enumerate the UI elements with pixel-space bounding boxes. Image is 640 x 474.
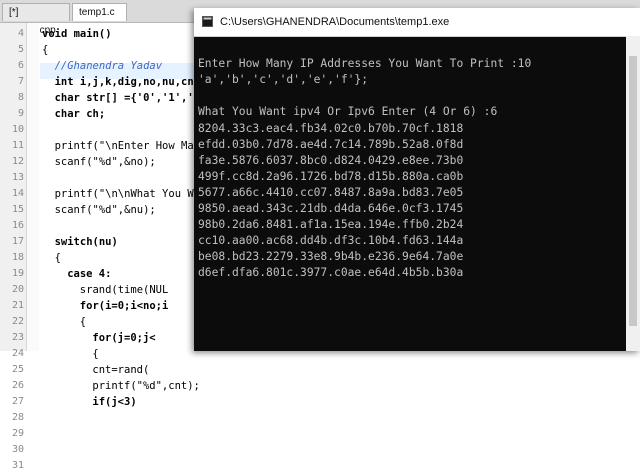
console-scrollbar[interactable]: [626, 36, 640, 351]
line-number: 17: [11, 236, 24, 247]
console-title: C:\Users\GHANENDRA\Documents\temp1.exe: [220, 16, 450, 28]
line-number: 6: [17, 60, 24, 71]
line-number: 19: [11, 268, 24, 279]
console-line: be08.bd23.2279.33e8.9b4b.e236.9e64.7a0e: [198, 250, 464, 264]
line-number: 26: [11, 380, 24, 391]
code-line: char ch;: [54, 108, 106, 120]
line-number: 10: [11, 124, 24, 135]
console-line: 9850.aead.343c.21db.d4da.646e.0cf3.1745: [198, 202, 464, 215]
code-line: int i,j,k,dig,no,nu,cnt;: [54, 76, 207, 88]
line-number: 21: [11, 300, 24, 311]
code-line: cnt=rand(: [92, 364, 150, 376]
line-number: 23: [11, 332, 24, 343]
line-number: 25: [11, 364, 24, 375]
tab-temp1-c[interactable]: temp1.c: [72, 3, 127, 21]
code-line: char str[] ={'0','1',': [54, 92, 194, 104]
code-line: printf("\nEnter How Ma: [54, 140, 194, 152]
line-number: 22: [11, 316, 24, 327]
line-number: 15: [11, 204, 24, 215]
console-line: fa3e.5876.6037.8bc0.d824.0429.e8ee.73b0: [198, 153, 464, 167]
code-line: {: [42, 44, 49, 56]
line-number: 18: [11, 252, 24, 263]
code-line: case 4:: [67, 268, 112, 280]
line-number: 28: [11, 412, 24, 423]
line-number: 11: [11, 140, 24, 151]
code-line: scanf("%d",&no);: [54, 156, 156, 168]
code-line: //Ghanendra Yadav: [54, 60, 163, 72]
console-line: 98b0.2da6.8481.af1a.15ea.194e.ffb0.2b24: [198, 218, 464, 232]
console-line: 499f.cc8d.2a96.1726.bd78.d15b.880a.ca0b: [198, 169, 464, 183]
console-line: cc10.aa00.ac68.dd4b.df3c.10b4.fd63.144a: [198, 234, 464, 248]
console-window[interactable]: C:\Users\GHANENDRA\Documents\temp1.exe E…: [194, 8, 640, 351]
console-scrollbar-thumb[interactable]: [629, 56, 637, 326]
code-line: for(j=0;j<: [92, 332, 156, 344]
code-line: printf("\n\nWhat You W: [54, 188, 194, 200]
code-line: {: [54, 252, 61, 264]
line-number: 8: [17, 92, 24, 103]
line-number: 30: [11, 444, 24, 455]
console-line: 5677.a66c.4410.cc07.8487.8a9a.bd83.7e05: [198, 185, 464, 199]
line-number: 9: [17, 108, 24, 119]
line-number: 4: [17, 28, 24, 39]
console-line: Enter How Many IP Addresses You Want To …: [198, 57, 532, 71]
code-line: switch(nu): [54, 236, 118, 248]
line-number: 20: [11, 284, 24, 295]
code-line: if(j<3): [92, 396, 137, 408]
console-line: What You Want ipv4 Or Ipv6 Enter (4 Or 6…: [198, 105, 498, 119]
console-line: d6ef.dfa6.801c.3977.c0ae.e64d.4b5b.b30a: [198, 266, 464, 280]
console-line: efdd.03b0.7d78.ae4d.7c14.789b.52a8.0f8d: [198, 137, 464, 151]
code-line: printf("%d",cnt);: [92, 380, 200, 392]
console-app-icon: [202, 16, 213, 27]
console-output: Enter How Many IP Addresses You Want To …: [198, 40, 618, 340]
code-line: void main(): [42, 28, 112, 40]
code-line: for(i=0;i<no;i: [79, 300, 169, 312]
line-number: 14: [11, 188, 24, 199]
line-number: 7: [17, 76, 24, 87]
console-title-bar[interactable]: C:\Users\GHANENDRA\Documents\temp1.exe: [194, 8, 640, 37]
tab-temp1-cpp[interactable]: [*] temp1.cpp: [2, 3, 70, 36]
code-line: scanf("%d",&nu);: [54, 204, 156, 216]
line-number: 13: [11, 172, 24, 183]
console-line: 'a','b','c','d','e','f'};: [198, 73, 369, 87]
line-number: 16: [11, 220, 24, 231]
line-number-gutter: 4 5 6 7 8 9 10 11 12 13 14 15 16 17 18 19 20 21 22 23 24 25 26…: [0, 23, 27, 471]
line-number: 12: [11, 156, 24, 167]
line-number: 27: [11, 396, 24, 407]
line-number: 5: [17, 44, 24, 55]
line-number: 29: [11, 428, 24, 439]
line-number: 31: [11, 460, 24, 471]
code-line: {: [79, 316, 87, 328]
code-line: srand(time(NUL: [79, 284, 169, 296]
fold-margin: [27, 23, 39, 351]
code-line: {: [92, 348, 99, 360]
line-number: 24: [11, 348, 24, 359]
console-line: 8204.33c3.eac4.fb34.02c0.b70b.70cf.1818: [198, 121, 464, 135]
